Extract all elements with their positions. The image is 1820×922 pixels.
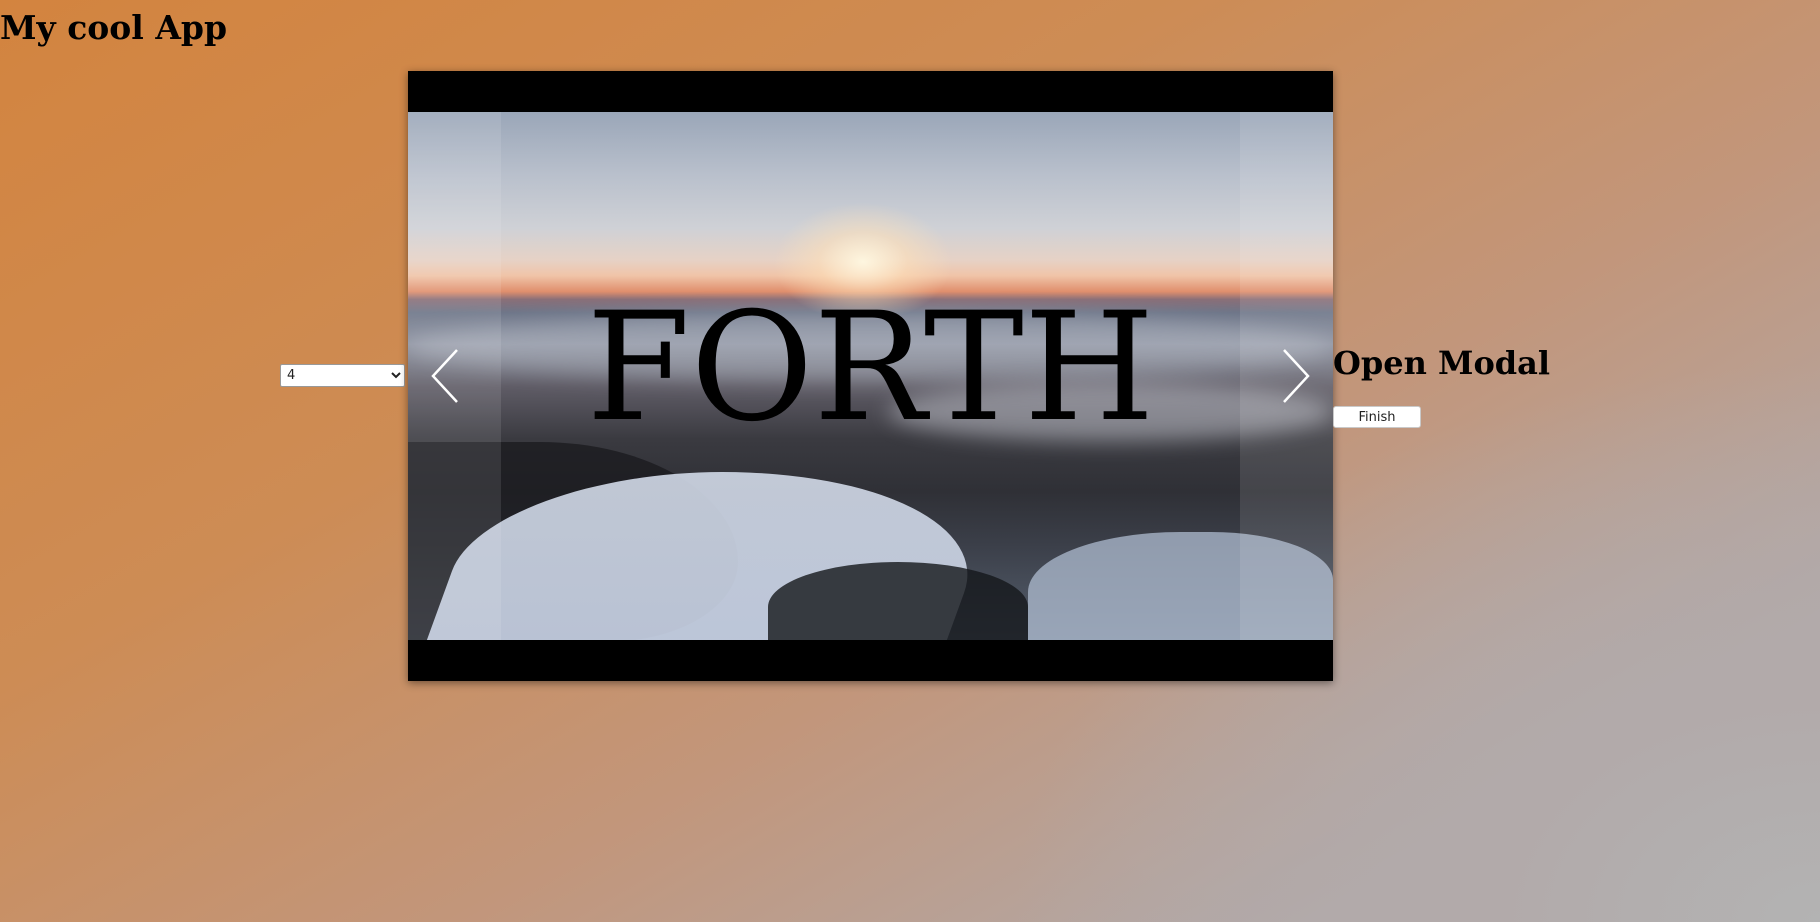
finish-button[interactable]: Finish <box>1333 406 1421 428</box>
carousel-next-button[interactable] <box>1266 346 1316 406</box>
open-modal-heading[interactable]: Open Modal <box>1333 344 1550 382</box>
slide-select[interactable]: 4 <box>280 364 405 387</box>
forest-shape <box>768 562 1028 640</box>
carousel-prev-button[interactable] <box>425 346 475 406</box>
chevron-right-icon <box>1283 349 1310 403</box>
chevron-left-icon <box>431 349 458 403</box>
slide-caption: FORTH <box>586 281 1155 455</box>
carousel: FORTH <box>408 71 1333 681</box>
app-title: My cool App <box>0 8 228 47</box>
